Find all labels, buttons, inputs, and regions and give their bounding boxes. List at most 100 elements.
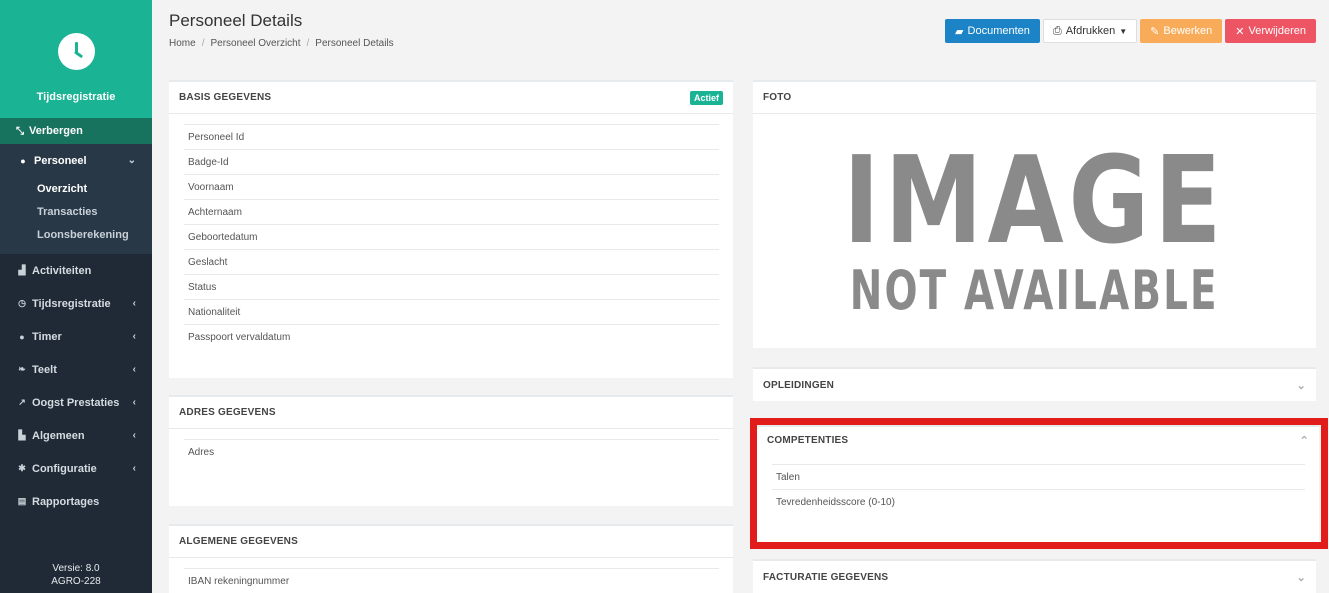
chevron-down-icon[interactable]: ⌄ — [1297, 571, 1306, 584]
field-row: Voornaam — [184, 174, 719, 199]
edit-label: Bewerken — [1163, 25, 1213, 37]
placeholder-text-not-available: NOT AVAILABLE — [849, 259, 1220, 322]
folder-icon: ▰ — [955, 25, 964, 38]
field-row: Badge-Id — [184, 149, 719, 174]
close-icon: ✕ — [1235, 25, 1245, 38]
chevron-left-icon: ‹ — [132, 430, 136, 441]
field-list: Adres — [169, 429, 733, 464]
hide-sidebar-button[interactable]: ⤡ Verbergen — [0, 118, 152, 144]
sub-item-overzicht[interactable]: Overzicht — [0, 177, 152, 200]
nav-item-personeel[interactable]: ● Personeel ⌄ — [0, 144, 152, 177]
version-number: Versie: 8.0 — [52, 563, 100, 574]
panel-title: ALGEMENE GEGEVENS — [179, 536, 298, 547]
breadcrumb-home[interactable]: Home — [169, 38, 196, 49]
line-chart-icon: ↗ — [18, 397, 26, 407]
foto-panel: FOTO IMAGE NOT AVAILABLE — [753, 80, 1316, 348]
printer-icon: ⎙ — [1052, 24, 1062, 37]
breadcrumb-current: Personeel Details — [315, 38, 394, 49]
nav-item-timer[interactable]: ● Timer ‹ — [0, 320, 152, 353]
bar-chart-icon: ▙ — [18, 430, 26, 440]
build-code: AGRO-228 — [51, 576, 101, 587]
chevron-left-icon: ‹ — [132, 397, 136, 408]
nav-item-label: Oogst Prestaties — [32, 396, 120, 409]
chevron-left-icon: ‹ — [132, 298, 136, 309]
field-list: Personeel Id Badge-Id Voornaam Achternaa… — [169, 114, 733, 349]
nav-item-oogst-prestaties[interactable]: ↗ Oogst Prestaties ‹ — [0, 386, 152, 419]
nav-item-label: Tijdsregistratie — [32, 297, 111, 310]
status-badge: Actief — [689, 90, 723, 105]
sub-item-transacties[interactable]: Transacties — [0, 200, 152, 223]
delete-button[interactable]: ✕ Verwijderen — [1225, 19, 1316, 43]
nav-item-rapportages[interactable]: ▤ Rapportages — [0, 485, 152, 518]
field-row: Geboortedatum — [184, 224, 719, 249]
print-label: Afdrukken — [1065, 25, 1116, 37]
page-title: Personeel Details — [169, 11, 303, 30]
chevron-down-icon: ⌄ — [127, 155, 136, 166]
field-row: Nationaliteit — [184, 299, 719, 324]
field-row: IBAN rekeningnummer — [184, 568, 719, 593]
nav-item-label: Algemeen — [32, 429, 85, 442]
nav-item-configuratie[interactable]: ✱ Configuratie ‹ — [0, 452, 152, 485]
caret-down-icon: ▼ — [1119, 26, 1128, 36]
user-icon: ● — [20, 155, 26, 166]
nav-item-activiteiten[interactable]: ▟ Activiteiten — [0, 254, 152, 287]
document-icon: ▤ — [17, 496, 27, 506]
adres-gegevens-panel: ADRES GEGEVENS Adres — [169, 395, 733, 506]
chevron-left-icon: ‹ — [132, 463, 136, 474]
hide-sidebar-label: Verbergen — [29, 125, 83, 137]
nav-item-tijdsregistratie[interactable]: ◷ Tijdsregistratie ‹ — [0, 287, 152, 320]
field-row: Achternaam — [184, 199, 719, 224]
panel-header: FOTO — [753, 82, 1316, 114]
image-not-available-placeholder: IMAGE NOT AVAILABLE — [753, 114, 1316, 348]
nav-item-label: Timer — [32, 330, 62, 343]
nav-item-label: Activiteiten — [32, 264, 92, 277]
nav-item-algemeen[interactable]: ▙ Algemeen ‹ — [0, 419, 152, 452]
panel-header[interactable]: FACTURATIE GEGEVENS ⌄ — [753, 561, 1316, 593]
facturatie-gegevens-panel: FACTURATIE GEGEVENS ⌄ — [753, 559, 1316, 593]
edit-button[interactable]: ✎ Bewerken — [1140, 19, 1223, 43]
timer-icon: ● — [19, 331, 25, 342]
panel-title: FOTO — [763, 92, 792, 103]
breadcrumb-personeel-overzicht[interactable]: Personeel Overzicht — [210, 38, 300, 49]
breadcrumb-separator: / — [201, 38, 205, 49]
leaf-icon: ❧ — [18, 364, 26, 374]
field-row: Status — [184, 274, 719, 299]
highlight-box — [750, 418, 1328, 549]
nav-item-teelt[interactable]: ❧ Teelt ‹ — [0, 353, 152, 386]
sub-item-loonsberekening[interactable]: Loonsberekening — [0, 223, 152, 246]
brand: Tijdsregistratie — [0, 0, 152, 118]
version-info: Versie: 8.0 AGRO-228 — [0, 562, 152, 588]
action-toolbar: ▰ Documenten ⎙ Afdrukken ▼ ✎ Bewerken ✕ … — [945, 19, 1316, 43]
chevron-left-icon: ‹ — [132, 331, 136, 342]
clock-icon: ◷ — [18, 298, 26, 308]
chevron-down-icon[interactable]: ⌄ — [1297, 379, 1306, 392]
field-row: Adres — [184, 439, 719, 464]
nav-item-label: Personeel — [34, 154, 87, 167]
panel-title: BASIS GEGEVENS — [179, 92, 272, 103]
compress-icon: ⤡ — [16, 125, 24, 137]
documents-label: Documenten — [967, 25, 1030, 37]
nav-group-personeel: ● Personeel ⌄ Overzicht Transacties Loon… — [0, 144, 152, 254]
chevron-left-icon: ‹ — [132, 364, 136, 375]
nav-item-label: Rapportages — [32, 495, 100, 508]
opleidingen-panel: OPLEIDINGEN ⌄ — [753, 367, 1316, 401]
panel-header: ADRES GEGEVENS — [169, 397, 733, 429]
field-row: Geslacht — [184, 249, 719, 274]
placeholder-text-image: IMAGE — [842, 132, 1227, 271]
panel-header: ALGEMENE GEGEVENS — [169, 526, 733, 558]
field-row: Passpoort vervaldatum — [184, 324, 719, 349]
delete-label: Verwijderen — [1248, 25, 1306, 37]
algemene-gegevens-panel: ALGEMENE GEGEVENS IBAN rekeningnummer — [169, 524, 733, 593]
clock-icon — [57, 33, 95, 70]
panel-header[interactable]: OPLEIDINGEN ⌄ — [753, 369, 1316, 401]
basis-gegevens-panel: BASIS GEGEVENS Actief Personeel Id Badge… — [169, 80, 733, 378]
print-button[interactable]: ⎙ Afdrukken ▼ — [1042, 19, 1138, 43]
documents-button[interactable]: ▰ Documenten — [945, 19, 1040, 43]
breadcrumb: Home / Personeel Overzicht / Personeel D… — [169, 38, 394, 49]
brand-title: Tijdsregistratie — [36, 91, 116, 103]
activity-icon: ▟ — [18, 265, 26, 275]
panel-title: FACTURATIE GEGEVENS — [763, 571, 889, 583]
nav-item-label: Teelt — [32, 363, 57, 376]
pencil-icon: ✎ — [1150, 25, 1160, 38]
sidebar: Tijdsregistratie ⤡ Verbergen ● Personeel… — [0, 0, 152, 593]
